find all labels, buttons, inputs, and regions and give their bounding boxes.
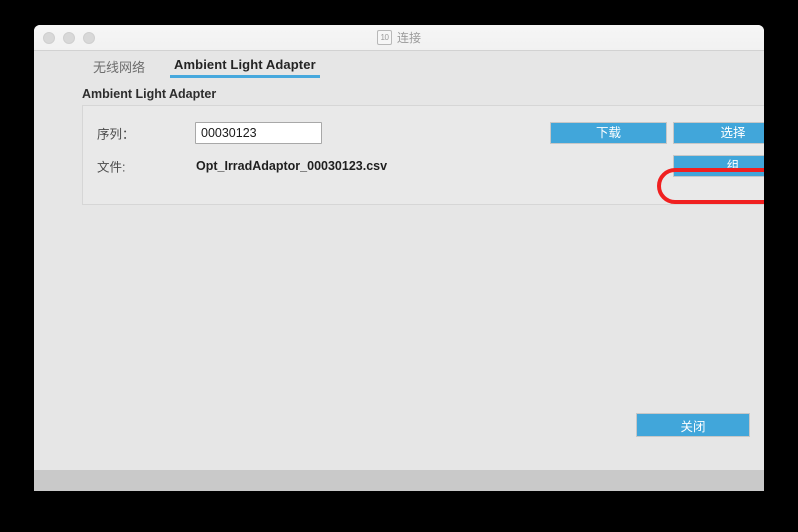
window-titlebar: 10 连接 xyxy=(34,25,764,51)
close-dialog-button[interactable]: 关闭 xyxy=(636,413,750,437)
serial-input[interactable] xyxy=(195,122,322,144)
minimize-window-button[interactable] xyxy=(63,32,75,44)
tab-ambient-light-adapter[interactable]: Ambient Light Adapter xyxy=(170,55,320,80)
tab-wireless-network[interactable]: 无线网络 xyxy=(89,55,149,84)
group-title: Ambient Light Adapter xyxy=(82,87,217,101)
file-row: 文件: Opt_IrradAdaptor_00030123.csv 组 xyxy=(83,151,764,181)
group-button[interactable]: 组 xyxy=(673,155,764,177)
serial-row: 序列： 下载 选择 xyxy=(83,118,764,148)
serial-label: 序列： xyxy=(97,127,135,142)
download-button[interactable]: 下载 xyxy=(550,122,667,144)
tab-label: Ambient Light Adapter xyxy=(174,57,316,72)
select-button[interactable]: 选择 xyxy=(673,122,764,144)
window-bottom-bar xyxy=(34,470,764,491)
window-title: 连接 xyxy=(396,31,421,45)
file-name-value: Opt_IrradAdaptor_00030123.csv xyxy=(196,159,388,173)
app-window: 10 连接 无线网络 Ambient Light Adapter Ambient… xyxy=(34,25,764,491)
tab-label: 无线网络 xyxy=(93,60,146,75)
traffic-light-group xyxy=(43,32,95,44)
window-title-group: 10 连接 xyxy=(34,25,764,50)
adapter-settings-panel: 序列： 下载 选择 文件: Opt_IrradAdaptor_00030123.… xyxy=(82,105,764,205)
zoom-window-button[interactable] xyxy=(83,32,95,44)
app-window-icon: 10 xyxy=(376,30,392,45)
file-label: 文件: xyxy=(97,160,126,175)
tab-bar: 无线网络 Ambient Light Adapter xyxy=(34,51,764,82)
active-tab-underline xyxy=(170,75,320,78)
close-window-button[interactable] xyxy=(43,32,55,44)
